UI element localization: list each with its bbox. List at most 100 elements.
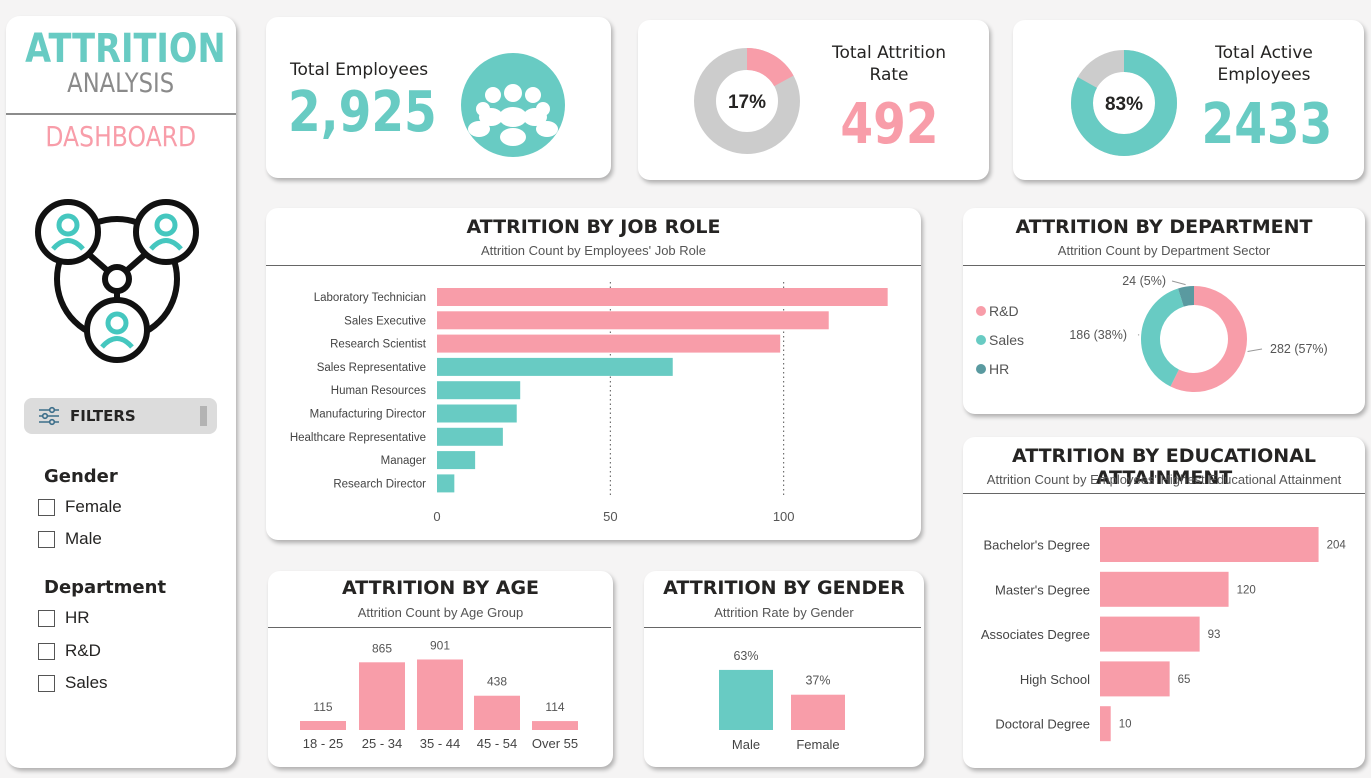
- legend-marker: [976, 335, 986, 345]
- active-donut: 83%: [1071, 50, 1177, 156]
- kpi-value: 2,925: [288, 80, 437, 145]
- bar: [1100, 661, 1170, 697]
- donut-slice: [1170, 286, 1247, 392]
- y-tick-label: Sales Representative: [317, 362, 426, 374]
- job-role-chart: 0 50 100 Laboratory Technician Sales Executi…: [290, 282, 888, 524]
- team-network-icon: [35, 199, 199, 363]
- bar: [437, 288, 888, 306]
- bar: [719, 669, 773, 730]
- filters-handle: [200, 406, 207, 426]
- people-group-icon: [461, 53, 565, 157]
- department-option-sales[interactable]: Sales: [38, 673, 108, 693]
- legend-label: R&D: [989, 303, 1019, 319]
- y-tick-label: Healthcare Representative: [290, 432, 426, 444]
- leader-line: [1247, 348, 1263, 353]
- bar-data-label: 114: [545, 700, 564, 714]
- title-dashboard: DASHBOARD: [45, 120, 197, 153]
- department-option-hr[interactable]: HR: [38, 608, 90, 628]
- y-tick-label: Sales Executive: [344, 315, 426, 327]
- bar-data-label: 865: [372, 641, 392, 655]
- bar: [437, 427, 503, 446]
- education-card: ATTRITION BY EDUCATIONAL ATTAINMENT Attr…: [963, 437, 1365, 768]
- bar-data-label: 901: [430, 638, 450, 652]
- x-tick-label: 50: [603, 509, 617, 524]
- x-tick-label: 0: [433, 509, 440, 524]
- bar-data-label: 10: [1119, 719, 1132, 731]
- sliders-icon: [39, 406, 59, 426]
- bar-data-label: 93: [1208, 629, 1221, 641]
- bar: [417, 659, 463, 730]
- gender-card: ATTRITION BY GENDER Attrition Rate by Ge…: [644, 571, 924, 767]
- checkbox[interactable]: [38, 674, 55, 692]
- x-tick-label: Over 55: [532, 736, 578, 751]
- kpi-value: 492: [839, 92, 939, 157]
- department-card: ATTRITION BY DEPARTMENT Attrition Count …: [963, 208, 1365, 414]
- bar: [359, 662, 405, 730]
- kpi-label-line1: Total Active: [1215, 43, 1313, 63]
- slice-data-label: 24 (5%): [1122, 274, 1166, 288]
- y-tick-label: Manager: [381, 455, 427, 467]
- kpi-label: Total Employees: [290, 60, 429, 80]
- kpi-attrition-rate: 17% Total Attrition Rate 492: [638, 20, 989, 180]
- bar-data-label: 115: [313, 700, 332, 714]
- donut-slice: [1141, 288, 1185, 387]
- checkbox[interactable]: [38, 498, 55, 516]
- x-tick-label: Male: [732, 737, 760, 752]
- x-tick-label: 25 - 34: [362, 736, 402, 751]
- sidebar-divider: [6, 113, 236, 115]
- y-tick-label: Manufacturing Director: [310, 409, 426, 421]
- kpi-label-line1: Total Attrition: [831, 43, 947, 63]
- kpi-label: Total Attrition Rate: [814, 42, 964, 86]
- filters-button[interactable]: FILTERS: [24, 398, 217, 434]
- x-tick-label: 35 - 44: [420, 736, 460, 751]
- y-tick-label: Laboratory Technician: [314, 292, 426, 304]
- bar: [474, 695, 520, 730]
- gender-option-female[interactable]: Female: [38, 497, 122, 517]
- kpi-label-line2: Employees: [1217, 65, 1311, 85]
- y-tick-label: Associates Degree: [981, 627, 1090, 642]
- leader-line: [1171, 280, 1186, 286]
- gender-option-male[interactable]: Male: [38, 529, 102, 549]
- checkbox[interactable]: [38, 530, 55, 548]
- bar-data-label: 438: [487, 675, 507, 689]
- x-tick-label: Female: [796, 737, 839, 752]
- donut-center-label: 83%: [1105, 94, 1143, 115]
- checkbox[interactable]: [38, 609, 55, 627]
- age-card: ATTRITION BY AGE Attrition Count by Age …: [268, 571, 613, 767]
- bar: [437, 334, 781, 353]
- legend-marker: [976, 306, 986, 316]
- bar: [437, 404, 517, 423]
- attrition-donut: 17%: [694, 48, 800, 154]
- bar: [437, 474, 455, 493]
- bar-data-label: 37%: [805, 674, 830, 688]
- slice-data-label: 282 (57%): [1270, 342, 1328, 356]
- bar: [437, 357, 673, 376]
- bar: [1100, 706, 1111, 742]
- kpi-label: Total Active Employees: [1189, 42, 1339, 86]
- x-tick-label: 45 - 54: [477, 736, 517, 751]
- bar-data-label: 63%: [733, 649, 758, 663]
- age-chart: 115 18 - 25 865 25 - 34 901 35 - 44 438 45 - 54…: [300, 638, 578, 751]
- bar-data-label: 65: [1178, 674, 1191, 686]
- y-tick-label: Research Director: [333, 478, 426, 490]
- y-tick-label: Bachelor's Degree: [983, 538, 1090, 553]
- bar: [1100, 571, 1229, 607]
- title-analysis: ANALYSIS: [67, 68, 175, 99]
- department-option-rd[interactable]: R&D: [38, 641, 101, 661]
- legend-marker: [976, 364, 986, 374]
- job-role-card: ATTRITION BY JOB ROLE Attrition Count by…: [266, 208, 921, 540]
- gender-filter-heading: Gender: [44, 466, 118, 487]
- kpi-total-employees: Total Employees 2,925: [266, 17, 611, 178]
- sidebar: ATTRITION ANALYSIS DASHBOARD FILTERS Gen…: [6, 16, 236, 768]
- bar: [437, 311, 829, 330]
- education-chart: Bachelor's Degree 204 Master's Degree 120 As…: [981, 527, 1347, 742]
- department-filter-heading: Department: [44, 577, 167, 598]
- department-chart: 282 (57%) 186 (38%) 24 (5%) R&D Sales HR: [976, 274, 1328, 392]
- donut-center-label: 17%: [728, 92, 766, 113]
- checkbox[interactable]: [38, 642, 55, 660]
- bar-data-label: 204: [1327, 540, 1347, 552]
- bar: [1100, 616, 1200, 652]
- slice-data-label: 186 (38%): [1069, 328, 1127, 342]
- title-attrition: ATTRITION: [25, 26, 226, 72]
- y-tick-label: High School: [1020, 672, 1090, 687]
